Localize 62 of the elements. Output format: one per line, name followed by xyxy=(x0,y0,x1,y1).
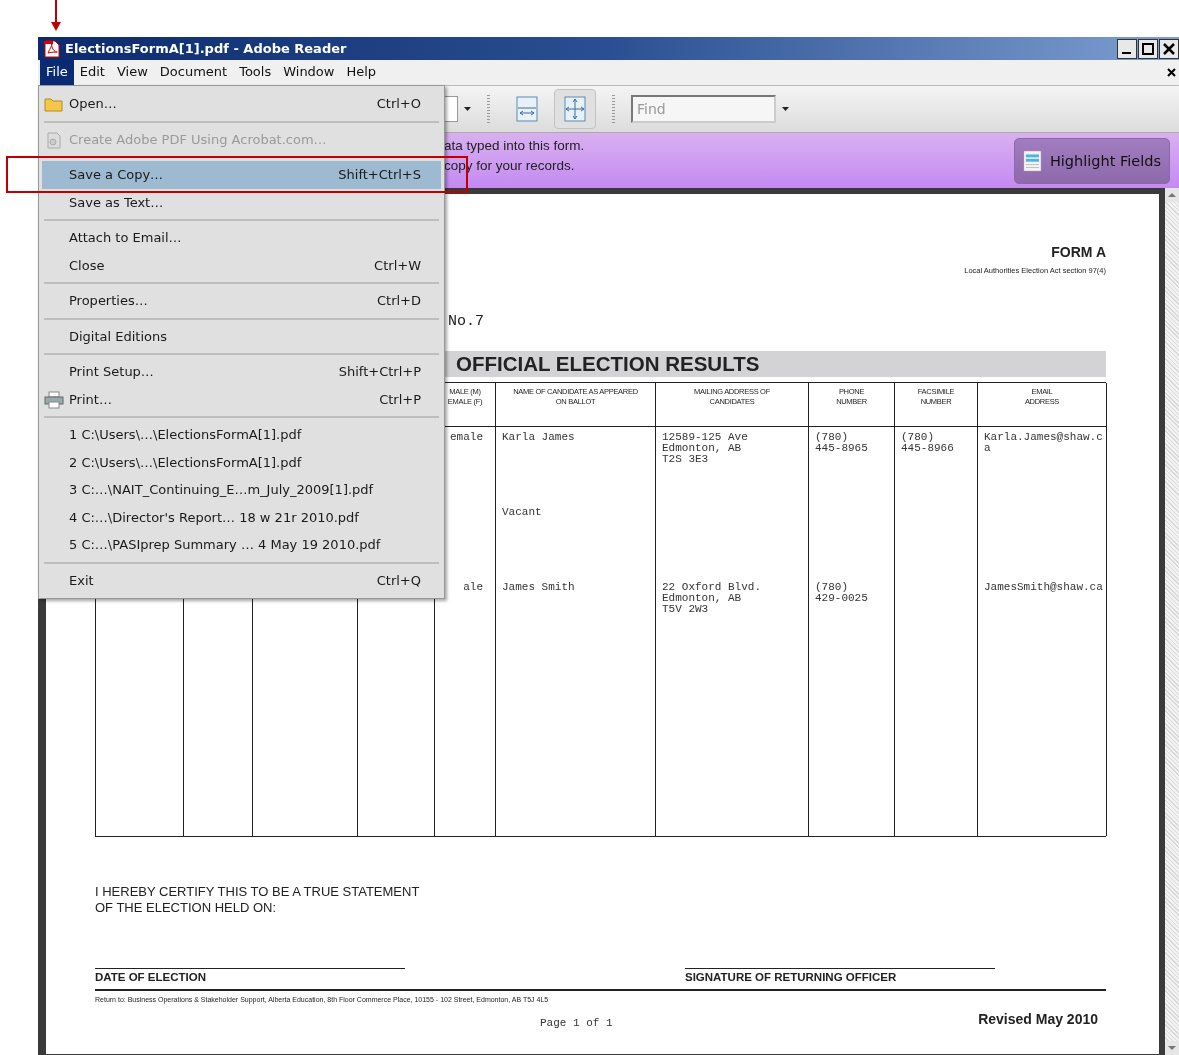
menu-item[interactable]: 2 C:\Users\…\ElectionsFormA[1].pdf xyxy=(42,448,441,476)
menu-bar-item[interactable]: Edit xyxy=(73,60,111,85)
menu-item[interactable]: 3 C:…\NAIT_Continuing_E…m_July_2009[1].pdf xyxy=(42,476,441,504)
table-cell: 12589-125 Ave Edmonton, AB T2S 3E3 xyxy=(662,431,748,465)
menu-item[interactable]: Open… Ctrl+O xyxy=(42,90,441,118)
menu-item[interactable]: 5 C:…\PASIprep Summary … 4 May 19 2010.pdf xyxy=(42,531,441,559)
scrollbar[interactable] xyxy=(1165,188,1179,1055)
menu-item[interactable]: Save a Copy… Shift+Ctrl+S xyxy=(42,161,441,189)
window-title: ElectionsFormA[1].pdf - Adobe Reader xyxy=(65,41,348,56)
results-heading: OFFICIAL ELECTION RESULTS xyxy=(456,352,760,376)
folder-icon xyxy=(44,95,64,113)
table-cell: 22 Oxford Blvd. Edmonton, AB T5V 2W3 xyxy=(662,581,762,615)
menu-item[interactable]: Save as Text… xyxy=(42,188,441,216)
table-cell: Karla.James@shaw.ca xyxy=(984,431,1103,454)
table-cell: James Smith xyxy=(502,581,575,593)
annotation-arrow xyxy=(50,0,62,32)
menu-item[interactable]: Close Ctrl+W xyxy=(42,251,441,279)
menu-bar-item[interactable]: File xyxy=(40,60,74,85)
menu-bar-item[interactable]: View xyxy=(110,60,154,85)
menu-bar-item[interactable]: Window xyxy=(277,60,341,85)
menu-bar-item[interactable]: Tools xyxy=(233,60,278,85)
signature-line-label: DATE OF ELECTION xyxy=(95,968,405,983)
caret-icon[interactable] xyxy=(782,107,789,111)
menu-item[interactable]: Print… Ctrl+P xyxy=(42,385,441,413)
caret-icon[interactable] xyxy=(464,107,471,111)
scroll-up-icon[interactable] xyxy=(1165,188,1179,202)
close-icon[interactable] xyxy=(1167,68,1176,77)
pdf-icon xyxy=(44,39,60,58)
signature-line-label: SIGNATURE OF RETURNING OFFICER xyxy=(685,968,995,983)
close-icon[interactable] xyxy=(1159,38,1179,59)
menu-item[interactable]: Exit Ctrl+Q xyxy=(42,566,441,594)
form-title: FORM A xyxy=(1051,244,1106,260)
printer-icon xyxy=(44,390,64,409)
table-cell: Karla James xyxy=(502,431,575,443)
form-number: No.7 xyxy=(448,313,485,330)
table-cell: (780) 445-8966 xyxy=(901,431,954,454)
menu-bar-item[interactable]: Help xyxy=(340,60,383,85)
minimize-icon[interactable] xyxy=(1117,38,1137,59)
highlight-fields-button[interactable]: Highlight Fields xyxy=(1014,137,1170,184)
fit-page-icon xyxy=(564,96,586,122)
form-message: ata typed into this form. xyxy=(444,137,586,154)
page-number: Page 1 of 1 xyxy=(540,1017,613,1029)
table-cell: emale xyxy=(450,431,483,443)
table-cell: (780) 445-8965 xyxy=(815,431,868,454)
menu-item[interactable]: 1 C:\Users\…\ElectionsFormA[1].pdf xyxy=(42,421,441,449)
find-field[interactable]: Find xyxy=(631,95,776,123)
menu-item[interactable]: 4 C:…\Director's Report… 18 w 21r 2010.pdf xyxy=(42,503,441,531)
table-cell: ale xyxy=(463,581,483,593)
menu-item[interactable]: Attach to Email… xyxy=(42,224,441,252)
fit-width-icon xyxy=(516,96,538,122)
menu-item[interactable]: Properties… Ctrl+D xyxy=(42,287,441,315)
revision-date: Revised May 2010 xyxy=(978,1011,1098,1027)
table-cell: JamesSmith@shaw.ca xyxy=(984,581,1103,593)
table-cell: (780) 429-0025 xyxy=(815,581,868,604)
menu-item[interactable]: Digital Editions xyxy=(42,322,441,350)
certification-text: I HEREBY CERTIFY THIS TO BE A TRUE STATEMENT OF THE ELECTION HELD ON: xyxy=(95,884,421,916)
maximize-icon[interactable] xyxy=(1138,38,1158,59)
document-icon xyxy=(44,130,64,149)
table-cell: Vacant xyxy=(502,506,542,518)
scroll-down-icon[interactable] xyxy=(1165,1041,1179,1055)
menu-item[interactable]: Print Setup… Shift+Ctrl+P xyxy=(42,358,441,386)
menu-bar-item[interactable]: Document xyxy=(153,60,234,85)
